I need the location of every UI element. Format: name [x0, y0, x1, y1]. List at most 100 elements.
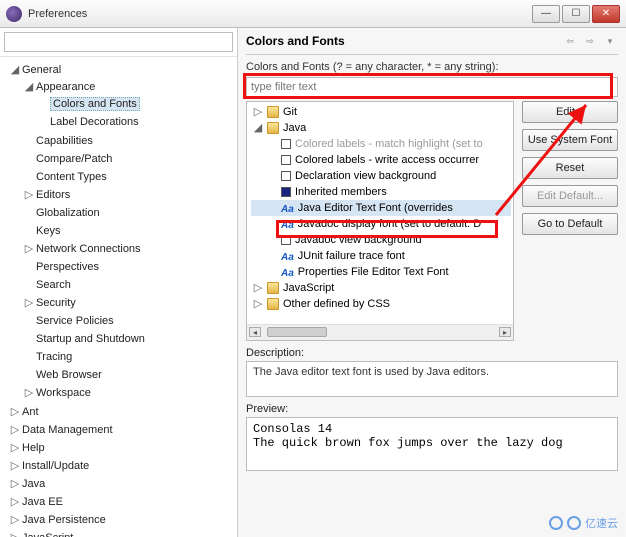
tree-item-web-browser[interactable]: Web Browser [36, 369, 102, 381]
color-swatch-icon [281, 155, 291, 165]
tree-item-workspace[interactable]: Workspace [36, 387, 91, 399]
font-tree-junit-font[interactable]: JUnit failure trace font [298, 248, 405, 264]
font-icon: Aa [281, 218, 294, 230]
font-tree-java[interactable]: Java [283, 120, 306, 136]
titlebar: Preferences — ☐ ✕ [0, 0, 626, 28]
color-swatch-icon [281, 235, 291, 245]
tree-item-install-update[interactable]: Install/Update [22, 460, 89, 472]
twisty-icon[interactable]: ◢ [24, 79, 34, 95]
twisty-icon[interactable]: ▷ [24, 187, 34, 203]
maximize-button[interactable]: ☐ [562, 5, 590, 23]
font-tree-git[interactable]: Git [283, 104, 297, 120]
forward-icon[interactable]: ⇨ [582, 34, 598, 48]
tree-item-help[interactable]: Help [22, 442, 45, 454]
horizontal-scrollbar[interactable]: ◂ ▸ [247, 324, 513, 340]
scroll-right-icon[interactable]: ▸ [499, 327, 511, 337]
tree-item-colors-fonts[interactable]: Colors and Fonts [50, 97, 140, 111]
tree-item-editors[interactable]: Editors [36, 189, 70, 201]
tree-item-perspectives[interactable]: Perspectives [36, 261, 99, 273]
back-icon[interactable]: ⇦ [562, 34, 578, 48]
tree-item-content-types[interactable]: Content Types [36, 171, 107, 183]
font-icon: Aa [281, 266, 294, 278]
category-tree[interactable]: ◢General ◢Appearance Colors and Fonts La… [0, 57, 237, 537]
font-tree-colored-match[interactable]: Colored labels - match highlight (set to [295, 136, 483, 152]
tree-item-globalization[interactable]: Globalization [36, 207, 100, 219]
font-tree-css[interactable]: Other defined by CSS [283, 296, 390, 312]
close-button[interactable]: ✕ [592, 5, 620, 23]
tree-item-ant[interactable]: Ant [22, 406, 39, 418]
font-tree[interactable]: ▷ Git ◢ Java Colored labels - match highli… [247, 102, 513, 324]
font-tree-javadoc-font[interactable]: Javadoc display font (set to default: D [298, 216, 481, 232]
tree-item-appearance[interactable]: Appearance [36, 81, 95, 93]
description-box: The Java editor text font is used by Jav… [246, 361, 618, 397]
preview-label: Preview: [246, 403, 618, 415]
twisty-icon[interactable]: ▷ [253, 296, 263, 312]
tree-item-java[interactable]: Java [22, 478, 45, 490]
scroll-left-icon[interactable]: ◂ [249, 327, 261, 337]
edit-default-button: Edit Default... [522, 185, 618, 207]
tree-item-general[interactable]: General [22, 64, 61, 76]
folder-icon [267, 298, 279, 310]
twisty-icon[interactable]: ▷ [24, 295, 34, 311]
twisty-icon[interactable]: ▷ [10, 440, 20, 456]
edit-button[interactable]: Edit... [522, 101, 618, 123]
category-filter-input[interactable] [4, 32, 233, 52]
tree-item-capabilities[interactable]: Capabilities [36, 135, 93, 147]
font-tree-colored-write[interactable]: Colored labels - write access occurrer [295, 152, 479, 168]
tree-item-label-decorations[interactable]: Label Decorations [50, 116, 139, 128]
tree-item-keys[interactable]: Keys [36, 225, 60, 237]
tree-item-compare-patch[interactable]: Compare/Patch [36, 153, 112, 165]
font-tree-decl-bg[interactable]: Declaration view background [295, 168, 436, 184]
twisty-icon[interactable]: ◢ [10, 62, 20, 78]
cloud-icon [567, 516, 581, 530]
twisty-icon[interactable]: ◢ [253, 120, 263, 136]
twisty-icon[interactable]: ▷ [253, 104, 263, 120]
tree-item-java-persistence[interactable]: Java Persistence [22, 514, 106, 526]
reset-button[interactable]: Reset [522, 157, 618, 179]
twisty-icon[interactable]: ▷ [24, 241, 34, 257]
font-tree-container: ▷ Git ◢ Java Colored labels - match highli… [246, 101, 514, 341]
twisty-icon[interactable]: ▷ [10, 530, 20, 537]
filter-hint: Colors and Fonts (? = any character, * =… [246, 61, 618, 73]
minimize-button[interactable]: — [532, 5, 560, 23]
font-tree-java-editor-font[interactable]: Java Editor Text Font (overrides [298, 200, 453, 216]
tree-item-startup[interactable]: Startup and Shutdown [36, 333, 145, 345]
menu-icon[interactable]: ▾ [602, 34, 618, 48]
font-icon: Aa [281, 202, 294, 214]
button-column: Edit... Use System Font Reset Edit Defau… [522, 101, 618, 341]
tree-item-javascript[interactable]: JavaScript [22, 532, 73, 537]
scroll-thumb[interactable] [267, 327, 327, 337]
font-icon: Aa [281, 250, 294, 262]
page-title: Colors and Fonts [246, 34, 562, 48]
twisty-icon[interactable]: ▷ [10, 404, 20, 420]
window-title: Preferences [28, 8, 532, 20]
description-text: The Java editor text font is used by Jav… [253, 366, 489, 378]
go-to-default-button[interactable]: Go to Default [522, 213, 618, 235]
tree-item-data-management[interactable]: Data Management [22, 424, 113, 436]
color-swatch-icon [281, 171, 291, 181]
tree-item-security[interactable]: Security [36, 297, 76, 309]
watermark: 亿速云 [549, 515, 618, 531]
twisty-icon[interactable]: ▷ [10, 458, 20, 474]
tree-item-network[interactable]: Network Connections [36, 243, 141, 255]
twisty-icon[interactable]: ▷ [10, 476, 20, 492]
font-tree-javadoc-bg[interactable]: Javadoc view background [295, 232, 422, 248]
left-search-wrap [0, 28, 237, 57]
twisty-icon[interactable]: ▷ [253, 280, 263, 296]
tree-item-java-ee[interactable]: Java EE [22, 496, 63, 508]
font-filter-input[interactable] [246, 77, 618, 97]
font-tree-javascript[interactable]: JavaScript [283, 280, 334, 296]
font-tree-inherited[interactable]: Inherited members [295, 184, 387, 200]
tree-item-search[interactable]: Search [36, 279, 71, 291]
tree-item-tracing[interactable]: Tracing [36, 351, 72, 363]
tree-item-service-policies[interactable]: Service Policies [36, 315, 114, 327]
twisty-icon[interactable]: ▷ [10, 512, 20, 528]
category-pane: ◢General ◢Appearance Colors and Fonts La… [0, 28, 238, 537]
color-swatch-icon [281, 139, 291, 149]
watermark-text: 亿速云 [585, 515, 618, 531]
font-tree-props-font[interactable]: Properties File Editor Text Font [298, 264, 449, 280]
twisty-icon[interactable]: ▷ [10, 422, 20, 438]
twisty-icon[interactable]: ▷ [10, 494, 20, 510]
use-system-font-button[interactable]: Use System Font [522, 129, 618, 151]
twisty-icon[interactable]: ▷ [24, 385, 34, 401]
